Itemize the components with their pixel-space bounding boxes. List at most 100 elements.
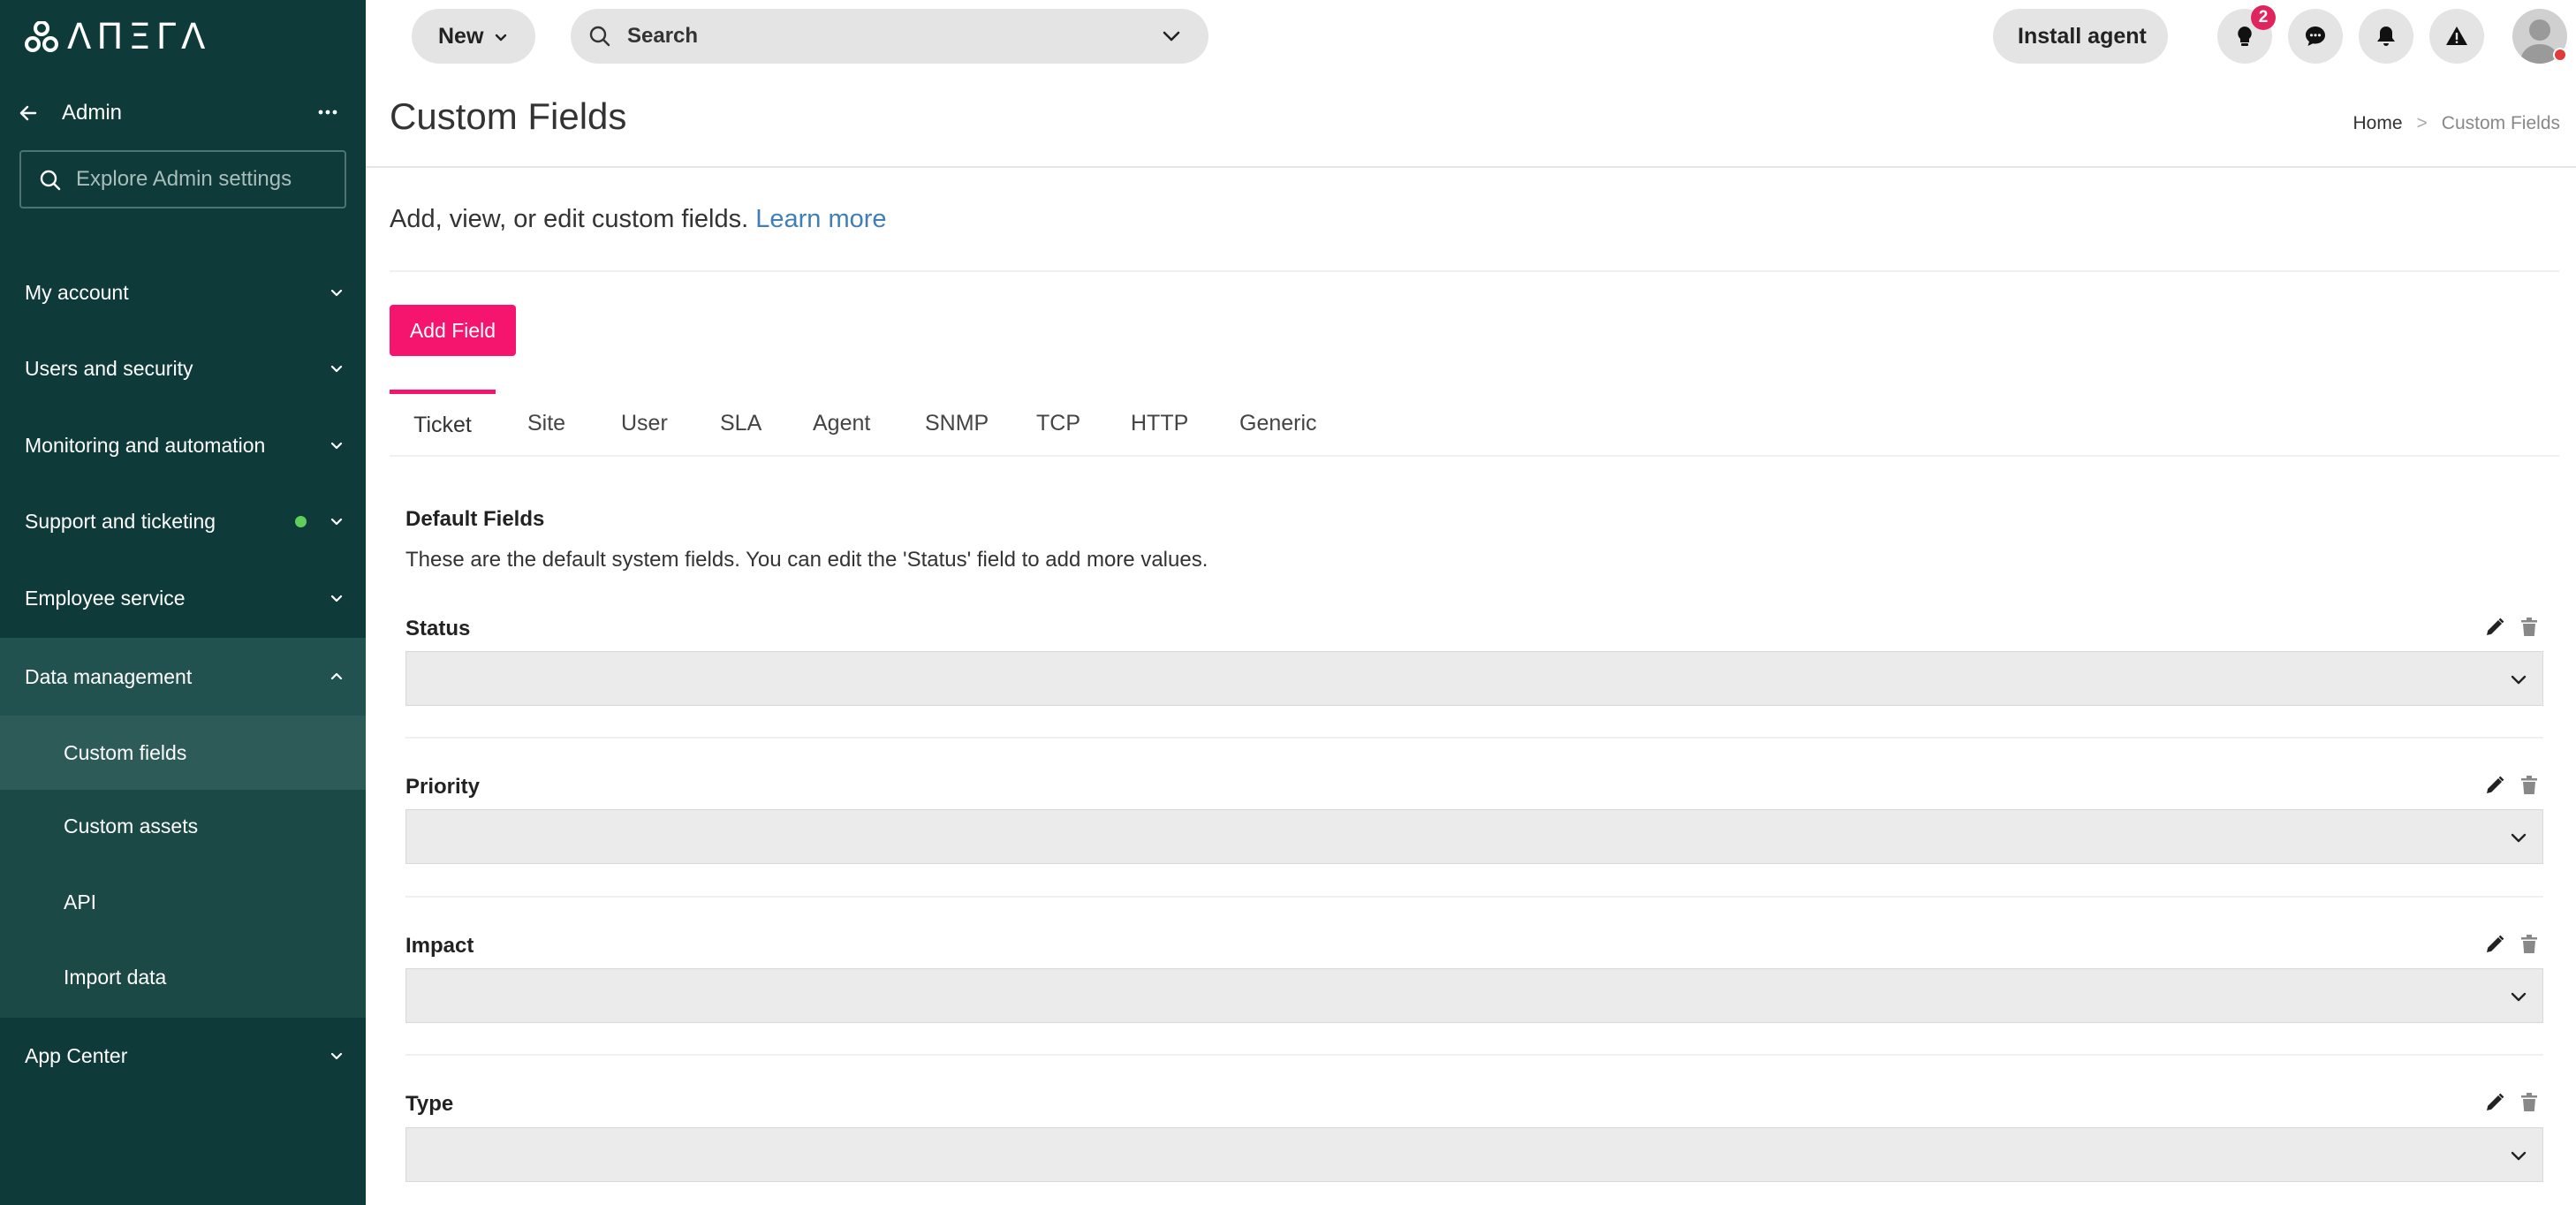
- chevron-down-icon: [330, 289, 343, 297]
- search-icon: [40, 170, 61, 191]
- field-divider: [405, 1054, 2543, 1056]
- admin-search-input[interactable]: [76, 159, 337, 200]
- learn-more-link[interactable]: Learn more: [755, 205, 886, 233]
- search-icon: [589, 26, 610, 47]
- sidebar-item-label: Monitoring and automation: [25, 433, 266, 457]
- more-options-icon[interactable]: [314, 101, 341, 124]
- install-agent-button[interactable]: Install agent: [1993, 9, 2168, 64]
- sidebar-item-monitoring[interactable]: Monitoring and automation: [0, 409, 366, 481]
- pencil-icon[interactable]: [2484, 934, 2505, 955]
- notification-badge: 2: [2251, 5, 2276, 30]
- tab-tcp[interactable]: TCP: [1036, 390, 1080, 457]
- sidebar-subitem-label: Custom assets: [64, 814, 199, 837]
- sidebar-item-data-management[interactable]: Data management: [0, 638, 366, 716]
- sidebar-subitem-custom-assets[interactable]: Custom assets: [0, 790, 366, 862]
- brand-wordmark: ΛΠΞΓΛ: [67, 17, 211, 57]
- intro-text: Add, view, or edit custom fields. Learn …: [390, 205, 887, 234]
- type-select[interactable]: [405, 1127, 2543, 1182]
- chevron-down-icon: [330, 365, 343, 373]
- sidebar-subitem-api[interactable]: API: [0, 866, 366, 938]
- new-button[interactable]: New: [412, 9, 535, 64]
- sidebar-item-users-security[interactable]: Users and security: [0, 332, 366, 405]
- chevron-down-icon: [330, 595, 343, 602]
- default-fields-title: Default Fields: [405, 507, 545, 531]
- sidebar-item-my-account[interactable]: My account: [0, 256, 366, 329]
- back-arrow-icon[interactable]: [18, 102, 39, 124]
- sidebar-subitem-label: Custom fields: [64, 740, 187, 764]
- sidebar-item-app-center[interactable]: App Center: [0, 1018, 366, 1094]
- pencil-icon[interactable]: [2484, 1092, 2505, 1113]
- sidebar-item-employee-service[interactable]: Employee service: [0, 562, 366, 634]
- breadcrumb-home[interactable]: Home: [2353, 113, 2403, 134]
- tab-agent[interactable]: Agent: [813, 390, 870, 457]
- field-label-impact: Impact: [405, 934, 474, 958]
- breadcrumb-current: Custom Fields: [2441, 113, 2560, 133]
- tips-button[interactable]: 2: [2217, 5, 2276, 64]
- atera-logo-icon: [25, 21, 58, 52]
- notifications-button[interactable]: [2359, 9, 2413, 64]
- field-label-status: Status: [405, 617, 471, 640]
- sidebar-item-label: Data management: [25, 664, 193, 688]
- priority-select[interactable]: [405, 809, 2543, 864]
- tab-site[interactable]: Site: [527, 390, 565, 457]
- sidebar-item-label: Support and ticketing: [25, 509, 216, 533]
- tab-ticket[interactable]: Ticket: [390, 390, 496, 457]
- sidebar-subitem-label: Import data: [64, 965, 167, 989]
- tab-http[interactable]: HTTP: [1131, 390, 1188, 457]
- tab-sla[interactable]: SLA: [720, 390, 761, 457]
- entity-tabs: Ticket Site User SLA Agent SNMP TCP HTTP…: [390, 390, 2559, 457]
- chevron-up-icon: [330, 672, 343, 680]
- field-label-priority: Priority: [405, 775, 481, 799]
- sidebar-item-label: My account: [25, 280, 129, 304]
- sidebar-item-label: Employee service: [25, 586, 186, 610]
- breadcrumb: Home > Custom Fields: [2353, 113, 2561, 134]
- top-bar: New Search Install agent 2: [366, 0, 2576, 74]
- sidebar-item-support-ticketing[interactable]: Support and ticketing: [0, 485, 366, 557]
- search-label: Search: [627, 24, 699, 48]
- field-divider: [405, 737, 2543, 739]
- chat-button[interactable]: [2288, 9, 2343, 64]
- chevron-down-icon: [2511, 833, 2527, 843]
- warning-icon: [2446, 27, 2467, 45]
- chevron-down-icon: [330, 1052, 343, 1060]
- chat-bubble-icon: [2306, 27, 2325, 46]
- sidebar-subitem-import-data[interactable]: Import data: [0, 936, 366, 1018]
- chevron-down-icon: [2511, 675, 2527, 685]
- sidebar-subitem-custom-fields[interactable]: Custom fields: [0, 716, 366, 790]
- intro-divider: [390, 270, 2559, 272]
- status-dot: [2553, 48, 2567, 62]
- install-agent-label: Install agent: [2018, 23, 2147, 49]
- atera-logo[interactable]: ΛΠΞΓΛ: [25, 17, 211, 57]
- trash-icon[interactable]: [2519, 934, 2539, 955]
- trash-icon[interactable]: [2519, 775, 2539, 796]
- chevron-down-icon: [330, 442, 343, 450]
- trash-icon[interactable]: [2519, 1092, 2539, 1113]
- tab-snmp[interactable]: SNMP: [925, 390, 989, 457]
- chevron-down-icon: [2511, 1151, 2527, 1161]
- alerts-button[interactable]: [2429, 9, 2484, 64]
- tab-user[interactable]: User: [621, 390, 668, 457]
- admin-sidebar: ΛΠΞΓΛ Admin My account Users and securit…: [0, 0, 366, 1205]
- chevron-down-icon: [330, 518, 343, 526]
- admin-title: Admin: [62, 101, 123, 125]
- sidebar-subitem-label: API: [64, 890, 97, 913]
- trash-icon[interactable]: [2519, 617, 2539, 638]
- sidebar-item-label: Users and security: [25, 356, 193, 380]
- impact-select[interactable]: [405, 968, 2543, 1023]
- header-divider: [366, 166, 2576, 168]
- tab-generic[interactable]: Generic: [1239, 390, 1317, 457]
- global-search[interactable]: Search: [571, 9, 1208, 64]
- admin-settings-search[interactable]: [19, 150, 346, 208]
- chevron-down-icon: [495, 34, 507, 42]
- new-button-label: New: [438, 23, 484, 49]
- page-title: Custom Fields: [390, 95, 627, 137]
- field-divider: [405, 896, 2543, 898]
- pencil-icon[interactable]: [2484, 775, 2505, 796]
- lightbulb-icon: [2238, 27, 2252, 46]
- status-dot: [295, 516, 307, 527]
- status-select[interactable]: [405, 651, 2543, 706]
- add-field-button[interactable]: Add Field: [390, 305, 516, 356]
- pencil-icon[interactable]: [2484, 617, 2505, 638]
- chevron-down-icon[interactable]: [1161, 27, 1182, 46]
- breadcrumb-separator: >: [2416, 113, 2428, 133]
